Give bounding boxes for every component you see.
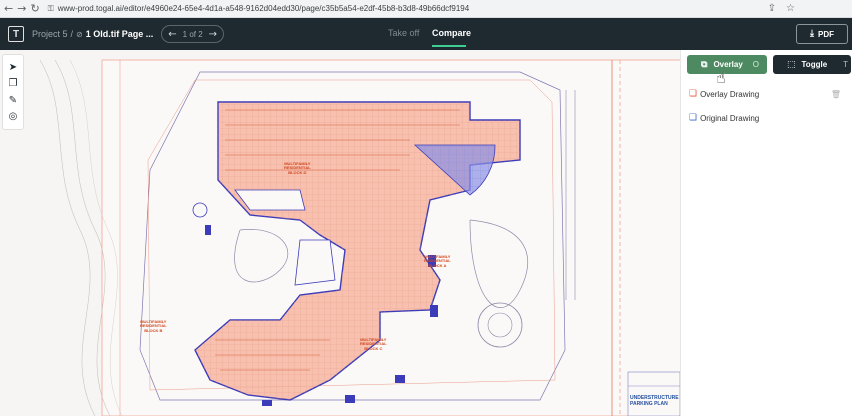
page-indicator: 1 of 2 xyxy=(182,29,203,39)
address-bar[interactable]: ⚿ www-prod.togal.ai/editor/e4960e24-65e4… xyxy=(47,1,768,16)
toggle-label: Toggle xyxy=(801,60,828,69)
target-icon[interactable]: ◎ xyxy=(6,110,20,124)
active-tab-indicator xyxy=(432,45,466,47)
overlay-icon: ⧉ xyxy=(701,59,708,70)
breadcrumb-separator: / xyxy=(70,29,74,39)
lock-icon: ⚿ xyxy=(47,3,54,13)
layer-original-drawing[interactable]: ❏ Original Drawing xyxy=(689,113,849,123)
drawing-canvas[interactable]: MULTIFAMILY RESIDENTIAL BLOCK A MULTIFAM… xyxy=(0,50,680,416)
overlay-shortcut: O xyxy=(752,60,760,69)
tab-compare[interactable]: Compare xyxy=(432,28,471,38)
reload-icon[interactable]: ↻ xyxy=(30,2,39,16)
url-text: www-prod.togal.ai/editor/e4960e24-65e4-4… xyxy=(57,4,470,13)
compare-panel: ⧉ Overlay O ⬚ Toggle T ❏ Overlay Drawing… xyxy=(680,50,852,416)
forward-icon[interactable]: → xyxy=(17,2,26,16)
layer-overlay-drawing[interactable]: ❏ Overlay Drawing 🗑 xyxy=(689,89,849,99)
title-block-text: UNDERSTRUCTURE PARKING PLAN xyxy=(630,395,679,407)
share-icon[interactable]: ⇪ xyxy=(768,3,776,14)
label-block-d: MULTIFAMILY RESIDENTIAL BLOCK D xyxy=(284,161,311,175)
overlay-button[interactable]: ⧉ Overlay O xyxy=(687,55,767,74)
previous-page-icon[interactable]: ← xyxy=(168,29,176,40)
layer-blue-swatch-icon: ❏ xyxy=(689,113,698,123)
layer-label: Original Drawing xyxy=(700,113,760,123)
layer-red-swatch-icon: ❏ xyxy=(689,89,698,99)
download-icon: ⤓ xyxy=(810,29,814,39)
browser-toolbar: ← → ↻ ⚿ www-prod.togal.ai/editor/e4960e2… xyxy=(0,0,852,18)
label-block-b: MULTIFAMILY RESIDENTIAL BLOCK B xyxy=(140,319,167,333)
site-plan-drawing xyxy=(39,59,680,416)
toggle-shortcut: T xyxy=(843,60,849,69)
tab-take-off[interactable]: Take off xyxy=(388,28,419,38)
page-navigator: ← 1 of 2 → xyxy=(161,25,225,43)
layer-label: Overlay Drawing xyxy=(700,89,760,99)
app-header: T Project 5 / ⊘ 1 Old.tif Page ... ← 1 o… xyxy=(0,18,852,50)
togal-logo[interactable]: T xyxy=(8,26,24,42)
breadcrumb-project[interactable]: Project 5 xyxy=(32,29,68,39)
copy-icon[interactable]: ❐ xyxy=(6,77,20,91)
breadcrumb-file[interactable]: 1 Old.tif Page ... xyxy=(86,29,154,39)
ruler-icon[interactable]: ✎ xyxy=(6,93,20,107)
select-pointer-icon[interactable]: ➤ xyxy=(6,60,20,74)
label-block-c: MULTIFAMILY RESIDENTIAL BLOCK C xyxy=(360,337,387,351)
toggle-icon: ⬚ xyxy=(787,59,796,70)
toggle-button[interactable]: ⬚ Toggle T xyxy=(773,55,851,74)
hand-cursor-icon: ☝ xyxy=(716,68,726,87)
canvas-toolbar: ➤ ❐ ✎ ◎ xyxy=(2,54,24,130)
delete-icon[interactable]: 🗑 xyxy=(831,90,841,99)
pdf-label: PDF xyxy=(817,29,834,39)
next-page-icon[interactable]: → xyxy=(209,29,217,40)
pdf-export-button[interactable]: ⤓ PDF xyxy=(796,24,848,44)
star-icon[interactable]: ☆ xyxy=(786,3,795,14)
check-circle-icon: ⊘ xyxy=(76,29,83,39)
label-block-a: MULTIFAMILY RESIDENTIAL BLOCK A xyxy=(424,254,451,268)
back-icon[interactable]: ← xyxy=(4,2,13,16)
